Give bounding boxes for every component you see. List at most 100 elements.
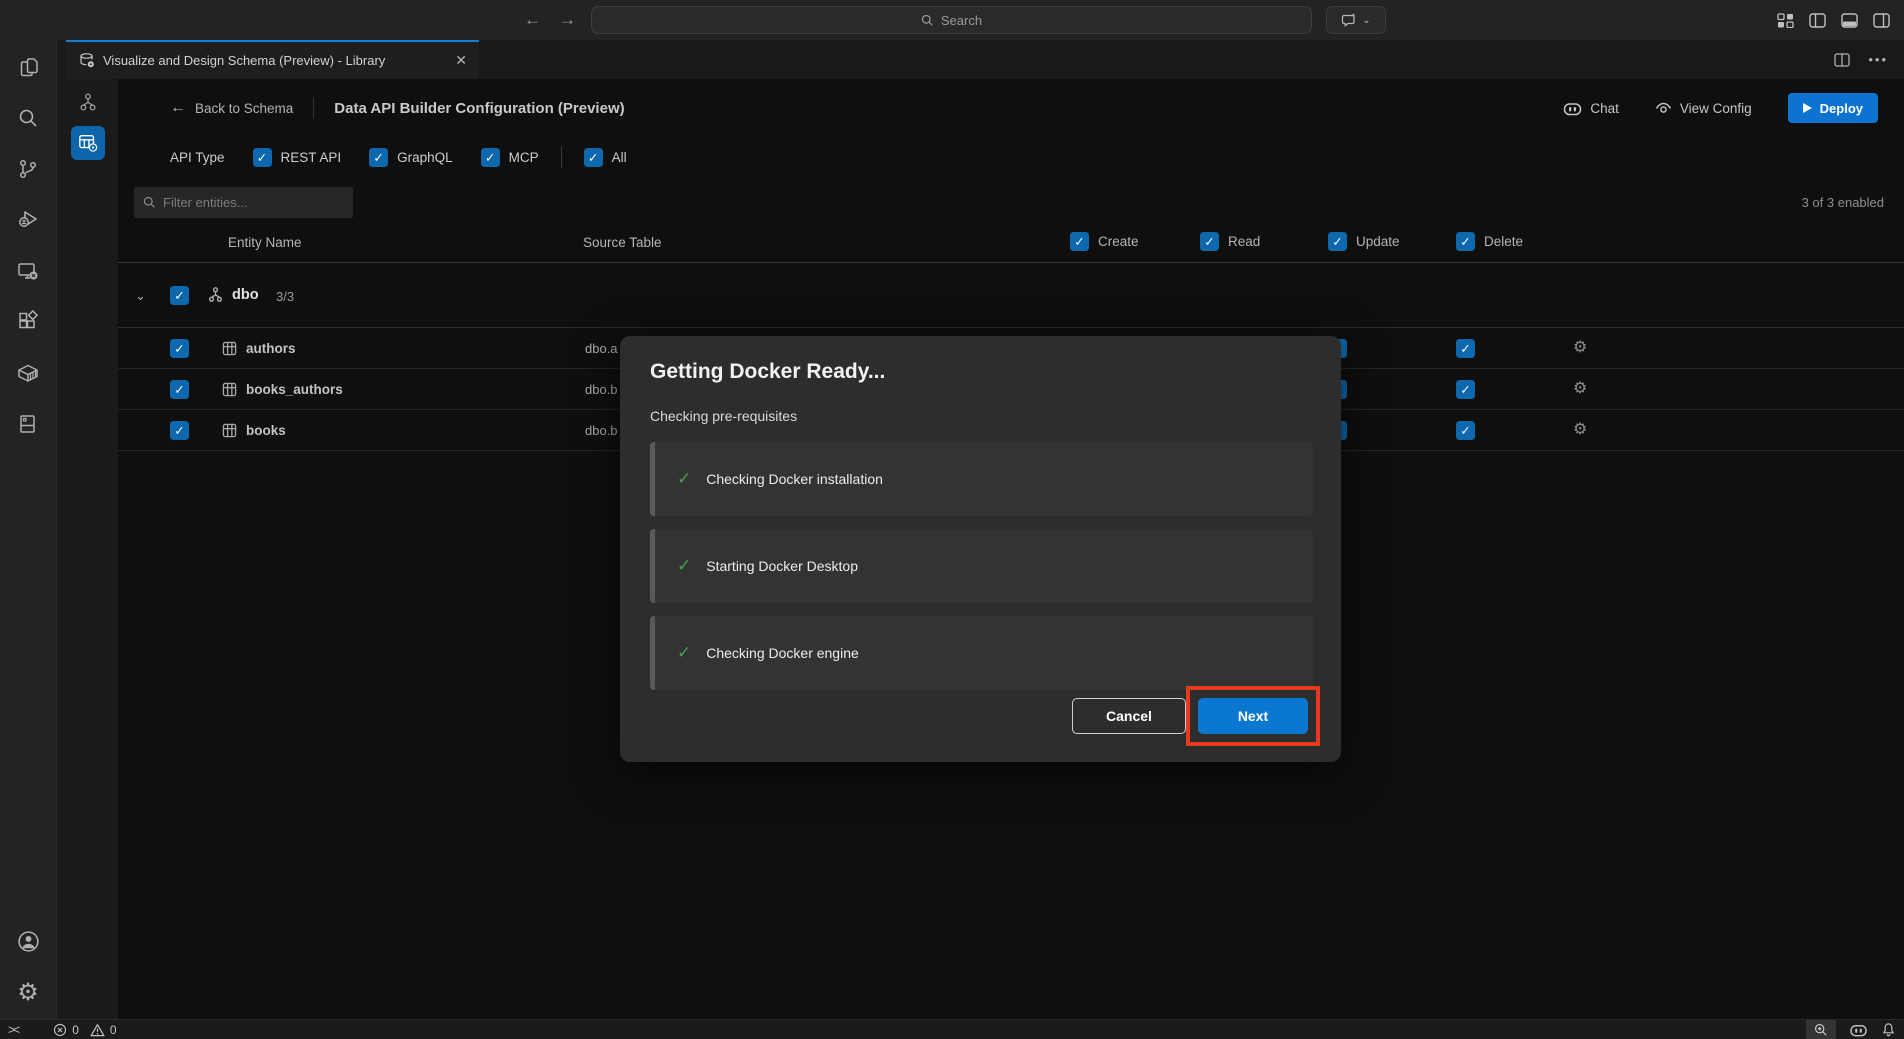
search-view-icon[interactable] <box>15 105 41 131</box>
schema-designer-strip <box>57 79 118 1019</box>
search-icon <box>921 14 934 27</box>
option-all[interactable]: All <box>584 148 627 167</box>
row-settings-gear-icon[interactable]: ⚙ <box>1573 381 1587 397</box>
row-checkbox[interactable] <box>170 421 189 440</box>
tab-close-icon[interactable]: ✕ <box>455 52 467 69</box>
group-count: 3/3 <box>276 289 294 304</box>
chevron-down-icon: ⌄ <box>1362 15 1370 26</box>
copilot-status-icon[interactable] <box>1849 1022 1868 1038</box>
remote-indicator-icon[interactable]: >< <box>8 1022 17 1037</box>
row-delete-checkbox[interactable] <box>1456 380 1475 399</box>
step-card: ✓ Checking Docker installation <box>650 442 1313 516</box>
option-mcp[interactable]: MCP <box>481 148 539 167</box>
dialog-title: Getting Docker Ready... <box>650 360 885 384</box>
delete-label: Delete <box>1484 234 1523 249</box>
chat-button[interactable]: Chat <box>1563 100 1619 117</box>
option-rest-api[interactable]: REST API <box>253 148 342 167</box>
entities-table-header: Entity Name Source Table Create Read Upd… <box>118 229 1904 263</box>
check-icon: ✓ <box>677 556 691 576</box>
step-label: Checking Docker installation <box>706 471 883 487</box>
entity-source: dbo.a <box>585 341 618 356</box>
database-projects-icon[interactable] <box>15 411 41 437</box>
notifications-bell-icon[interactable] <box>1881 1022 1896 1038</box>
command-center-search[interactable]: Search <box>591 6 1312 34</box>
copilot-chat-button[interactable]: ⌄ <box>1326 6 1386 34</box>
explorer-icon[interactable] <box>15 54 41 80</box>
sql-server-connections-icon[interactable] <box>15 258 41 284</box>
schema-icon <box>206 285 225 304</box>
containers-icon[interactable] <box>15 360 41 386</box>
cancel-button[interactable]: Cancel <box>1072 698 1186 734</box>
history-back-icon[interactable]: ← <box>524 10 541 30</box>
row-checkbox[interactable] <box>170 339 189 358</box>
view-config-button[interactable]: View Config <box>1655 101 1752 116</box>
split-editor-icon[interactable] <box>1834 53 1850 67</box>
back-icon: ← <box>170 99 186 117</box>
create-label: Create <box>1098 234 1139 249</box>
error-icon <box>53 1023 67 1037</box>
account-icon[interactable] <box>15 928 41 954</box>
entity-source: dbo.b <box>585 423 618 438</box>
row-delete-checkbox[interactable] <box>1456 421 1475 440</box>
visualize-schema-icon[interactable] <box>77 91 99 113</box>
entity-name: books <box>246 423 286 438</box>
filter-search-icon <box>143 196 156 209</box>
table-icon <box>222 382 237 397</box>
col-source-table: Source Table <box>583 235 662 250</box>
filter-entities-input[interactable] <box>163 195 333 210</box>
deploy-button[interactable]: Deploy <box>1788 93 1878 123</box>
tab-title: Visualize and Design Schema (Preview) - … <box>103 53 385 68</box>
next-button[interactable]: Next <box>1198 698 1308 734</box>
group-name: dbo <box>232 287 259 303</box>
customize-layout-icon[interactable] <box>1777 13 1794 28</box>
create-all-checkbox[interactable] <box>1070 232 1089 251</box>
read-label: Read <box>1228 234 1260 249</box>
header-divider <box>313 97 314 119</box>
filter-entities-field[interactable] <box>134 187 353 218</box>
zoom-indicator[interactable] <box>1806 1020 1836 1039</box>
toggle-primary-sidebar-icon[interactable] <box>1809 13 1826 28</box>
extensions-icon[interactable] <box>15 309 41 335</box>
title-bar: ← → Search ⌄ <box>0 0 1904 40</box>
back-to-schema-link[interactable]: ← Back to Schema <box>170 99 293 117</box>
dialog-subtitle: Checking pre-requisites <box>650 408 797 424</box>
rest-api-label: REST API <box>281 150 342 165</box>
dbo-group-checkbox[interactable] <box>170 286 189 305</box>
col-entity-name: Entity Name <box>228 235 302 250</box>
source-control-icon[interactable] <box>15 156 41 182</box>
step-label: Starting Docker Desktop <box>706 558 858 574</box>
row-settings-gear-icon[interactable]: ⚙ <box>1573 422 1587 438</box>
option-graphql[interactable]: GraphQL <box>369 148 453 167</box>
mcp-checkbox[interactable] <box>481 148 500 167</box>
delete-all-checkbox[interactable] <box>1456 232 1475 251</box>
copilot-icon <box>1563 100 1582 117</box>
dab-config-view-icon[interactable] <box>71 126 105 160</box>
all-label: All <box>612 150 627 165</box>
all-checkbox[interactable] <box>584 148 603 167</box>
update-all-checkbox[interactable] <box>1328 232 1347 251</box>
api-type-filter: API Type REST API GraphQL MCP All <box>118 137 1904 177</box>
more-actions-icon[interactable]: ••• <box>1868 52 1888 67</box>
collapse-chevron-icon[interactable]: ⌄ <box>135 288 146 304</box>
col-read: Read <box>1200 232 1260 251</box>
settings-gear-icon[interactable]: ⚙ <box>15 979 41 1005</box>
update-label: Update <box>1356 234 1400 249</box>
entity-name: authors <box>246 341 296 356</box>
tab-visualize-design-schema[interactable]: Visualize and Design Schema (Preview) - … <box>66 40 479 79</box>
schema-group-row-dbo[interactable]: ⌄ dbo 3/3 <box>118 264 1904 328</box>
mcp-label: MCP <box>509 150 539 165</box>
run-debug-icon[interactable] <box>15 207 41 233</box>
tab-bar: Visualize and Design Schema (Preview) - … <box>57 40 1904 79</box>
row-checkbox[interactable] <box>170 380 189 399</box>
row-settings-gear-icon[interactable]: ⚙ <box>1573 340 1587 356</box>
history-forward-icon[interactable]: → <box>559 10 576 30</box>
toggle-panel-icon[interactable] <box>1841 13 1858 28</box>
rest-api-checkbox[interactable] <box>253 148 272 167</box>
graphql-checkbox[interactable] <box>369 148 388 167</box>
problems-indicator[interactable]: 0 0 <box>53 1023 116 1037</box>
view-config-label: View Config <box>1680 101 1752 116</box>
api-type-label: API Type <box>170 150 225 165</box>
row-delete-checkbox[interactable] <box>1456 339 1475 358</box>
toggle-secondary-sidebar-icon[interactable] <box>1873 13 1890 28</box>
read-all-checkbox[interactable] <box>1200 232 1219 251</box>
